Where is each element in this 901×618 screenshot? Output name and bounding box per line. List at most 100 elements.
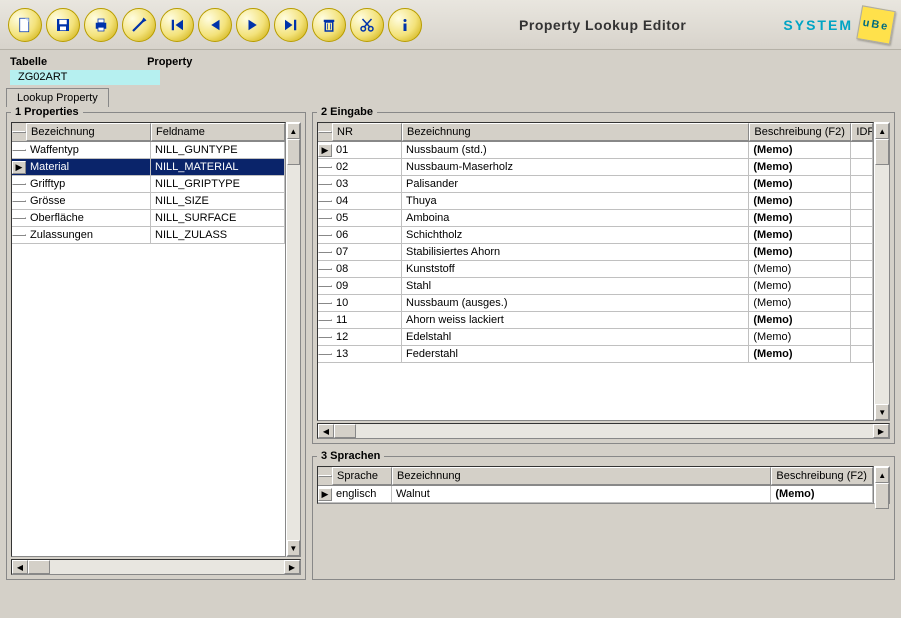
scroll-down-icon[interactable]: ▼ [875,404,889,420]
col-beschreibung[interactable]: Beschreibung (F2) [771,467,873,485]
cell-nr[interactable]: 06 [332,227,402,243]
col-sprache[interactable]: Sprache [332,467,392,485]
cell-feldname[interactable]: NILL_GRIPTYPE [151,176,285,192]
cell-bezeichnung[interactable]: Amboina [402,210,749,226]
table-row[interactable]: 11Ahorn weiss lackiert(Memo) [318,312,873,329]
cell-nr[interactable]: 10 [332,295,402,311]
cut-button[interactable] [350,8,384,42]
cell-feldname[interactable]: NILL_SURFACE [151,210,285,226]
cell-bezeichnung[interactable]: Kunststoff [402,261,749,277]
cell-memo[interactable]: (Memo) [749,312,851,328]
cell-memo[interactable]: (Memo) [749,346,851,362]
cell-bezeichnung[interactable]: Stahl [402,278,749,294]
cell-bezeichnung[interactable]: Nussbaum (ausges.) [402,295,749,311]
cell-bezeichnung[interactable]: Nussbaum-Maserholz [402,159,749,175]
cell-bezeichnung[interactable]: Schichtholz [402,227,749,243]
cell-feldname[interactable]: NILL_SIZE [151,193,285,209]
cell-idf[interactable] [851,346,873,362]
cell-bezeichnung[interactable]: Grösse [26,193,151,209]
prev-button[interactable] [198,8,232,42]
table-row[interactable]: ▶englischWalnut(Memo) [318,486,873,503]
cell-idf[interactable] [851,159,873,175]
cell-bezeichnung[interactable]: Oberfläche [26,210,151,226]
cell-idf[interactable] [851,278,873,294]
cell-feldname[interactable]: NILL_GUNTYPE [151,142,285,158]
cell-nr[interactable]: 09 [332,278,402,294]
table-row[interactable]: 04Thuya(Memo) [318,193,873,210]
col-beschreibung[interactable]: Beschreibung (F2) [749,123,851,141]
cell-memo[interactable]: (Memo) [749,295,851,311]
cell-idf[interactable] [851,142,873,158]
print-button[interactable] [84,8,118,42]
table-row[interactable]: 06Schichtholz(Memo) [318,227,873,244]
cell-memo[interactable]: (Memo) [749,142,851,158]
scrollbar-eingabe-v[interactable]: ▲ ▼ [874,122,890,421]
col-feldname[interactable]: Feldname [151,123,285,141]
cell-nr[interactable]: 01 [332,142,402,158]
cell-bezeichnung[interactable]: Edelstahl [402,329,749,345]
table-row[interactable]: 10Nussbaum (ausges.)(Memo) [318,295,873,312]
scroll-right-icon[interactable]: ▶ [873,424,889,438]
col-bezeichnung[interactable]: Bezeichnung [392,467,771,485]
cell-bezeichnung[interactable]: Material [26,159,151,175]
cell-nr[interactable]: 08 [332,261,402,277]
cell-memo[interactable]: (Memo) [749,244,851,260]
cell-nr[interactable]: 02 [332,159,402,175]
cell-nr[interactable]: 04 [332,193,402,209]
next-button[interactable] [236,8,270,42]
cell-idf[interactable] [851,295,873,311]
new-button[interactable] [8,8,42,42]
cell-bezeichnung[interactable]: Waffentyp [26,142,151,158]
table-row[interactable]: ZulassungenNILL_ZULASS [12,227,285,244]
table-row[interactable]: ▶01Nussbaum (std.)(Memo) [318,142,873,159]
grid-sprachen[interactable]: SpracheBezeichnungBeschreibung (F2)▶engl… [317,466,874,504]
cell-idf[interactable] [851,244,873,260]
value-table[interactable]: ZG02ART [10,70,160,85]
cell-idf[interactable] [851,227,873,243]
delete-button[interactable] [312,8,346,42]
scrollbar-eingabe-h[interactable]: ◀ ▶ [317,423,890,439]
cell-nr[interactable]: 13 [332,346,402,362]
scrollbar-sprachen-v[interactable]: ▲ ▼ [874,466,890,504]
table-row[interactable]: OberflächeNILL_SURFACE [12,210,285,227]
cell-memo[interactable]: (Memo) [749,261,851,277]
col-idf[interactable]: IDF [851,123,873,141]
cell-memo[interactable]: (Memo) [749,193,851,209]
tab-lookup-property[interactable]: Lookup Property [6,88,109,107]
scroll-up-icon[interactable]: ▲ [287,123,300,139]
table-row[interactable]: 09Stahl(Memo) [318,278,873,295]
scrollbar-properties-h[interactable]: ◀ ▶ [11,559,301,575]
table-row[interactable]: 02Nussbaum-Maserholz(Memo) [318,159,873,176]
cell-idf[interactable] [851,193,873,209]
cell-memo[interactable]: (Memo) [749,329,851,345]
table-row[interactable]: WaffentypNILL_GUNTYPE [12,142,285,159]
cell-bezeichnung[interactable]: Palisander [402,176,749,192]
cell-nr[interactable]: 12 [332,329,402,345]
cell-bezeichnung[interactable]: Grifftyp [26,176,151,192]
cell-memo[interactable]: (Memo) [749,176,851,192]
grid-eingabe[interactable]: NRBezeichnungBeschreibung (F2)IDF▶01Nuss… [317,122,874,421]
table-row[interactable]: GrösseNILL_SIZE [12,193,285,210]
cell-memo[interactable]: (Memo) [749,210,851,226]
col-bezeichnung[interactable]: Bezeichnung [26,123,151,141]
cell-idf[interactable] [851,312,873,328]
table-row[interactable]: GrifftypNILL_GRIPTYPE [12,176,285,193]
scroll-left-icon[interactable]: ◀ [318,424,334,438]
table-row[interactable]: 12Edelstahl(Memo) [318,329,873,346]
table-row[interactable]: ▶MaterialNILL_MATERIAL [12,159,285,176]
table-row[interactable]: 03Palisander(Memo) [318,176,873,193]
cell-bezeichnung[interactable]: Stabilisiertes Ahorn [402,244,749,260]
refresh-button[interactable] [122,8,156,42]
cell-bezeichnung[interactable]: Federstahl [402,346,749,362]
cell-nr[interactable]: 03 [332,176,402,192]
cell-memo[interactable]: (Memo) [749,227,851,243]
scroll-right-icon[interactable]: ▶ [284,560,300,574]
cell-nr[interactable]: 05 [332,210,402,226]
cell-idf[interactable] [851,329,873,345]
table-row[interactable]: 08Kunststoff(Memo) [318,261,873,278]
cell-memo[interactable]: (Memo) [771,486,873,502]
scroll-left-icon[interactable]: ◀ [12,560,28,574]
col-bezeichnung[interactable]: Bezeichnung [402,123,749,141]
cell-idf[interactable] [851,261,873,277]
info-button[interactable] [388,8,422,42]
